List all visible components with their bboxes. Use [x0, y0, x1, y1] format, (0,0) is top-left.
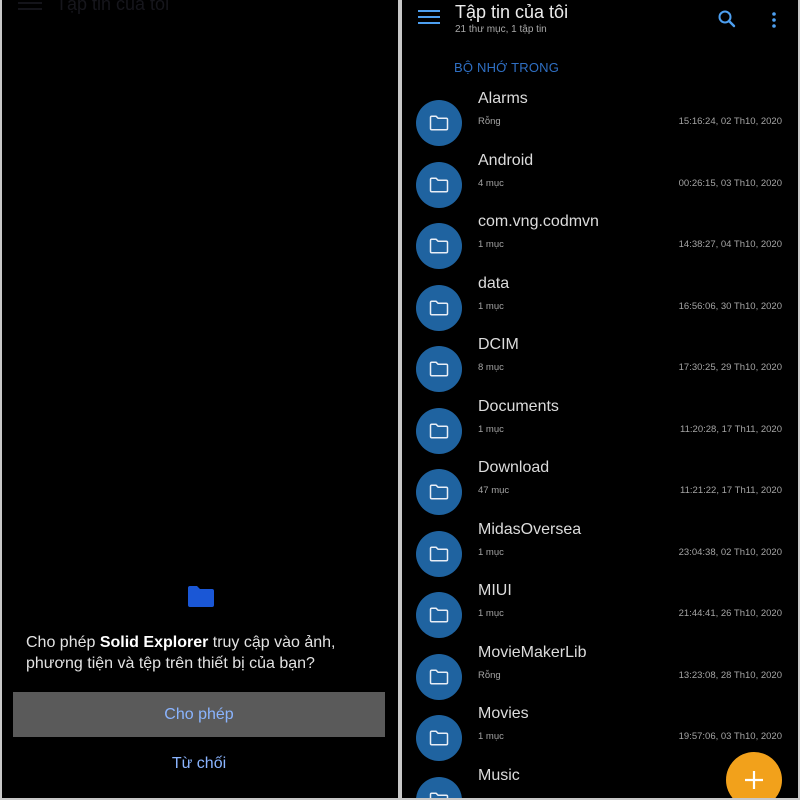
- tab-internal-storage[interactable]: BỘ NHỚ TRONG: [454, 60, 559, 75]
- list-item[interactable]: Documents 1 mục 11:20:28, 17 Th11, 2020: [402, 398, 798, 470]
- folder-icon: [416, 346, 462, 392]
- folder-icon: [416, 469, 462, 515]
- allow-button[interactable]: Cho phép: [13, 692, 385, 737]
- folder-icon: [416, 653, 462, 700]
- modified-date: 14:38:27, 04 Th10, 2020: [678, 239, 782, 250]
- folder-icon: [416, 407, 462, 454]
- more-vertical-icon[interactable]: [764, 10, 784, 30]
- item-count: 1 mục: [478, 546, 504, 558]
- folder-icon: [416, 284, 462, 331]
- modified-date: 11:21:22, 17 Th11, 2020: [680, 485, 782, 496]
- file-name: Music: [478, 766, 520, 784]
- folder-icon: [416, 530, 462, 577]
- permission-screen: Tập tin của tôi Cho phép Solid Explorer …: [2, 0, 398, 798]
- list-item[interactable]: Android 4 mục 00:26:15, 03 Th10, 2020: [402, 152, 798, 224]
- permission-message: Cho phép Solid Explorer truy cập vào ảnh…: [26, 634, 336, 672]
- menu-icon[interactable]: [418, 10, 440, 28]
- list-item[interactable]: MovieMakerLib Rỗng 13:23:08, 28 Th10, 2020: [402, 644, 798, 716]
- file-name: MIUI: [478, 582, 512, 599]
- file-browser-screen: Tập tin của tôi 21 thư mục, 1 tập tin BỘ…: [402, 0, 798, 798]
- item-count: Rỗng: [478, 669, 501, 681]
- folder-count: 21 thư mục, 1 tập tin: [455, 24, 547, 35]
- modified-date: 23:04:38, 02 Th10, 2020: [678, 546, 782, 558]
- file-name: com.vng.codmvn: [478, 213, 599, 230]
- item-count: 1 mục: [478, 300, 504, 312]
- file-name: MovieMakerLib: [478, 643, 587, 661]
- background-app-title: Tập tin của tôi: [56, 0, 170, 14]
- item-count: 1 mục: [478, 239, 504, 250]
- folder-icon: [416, 776, 462, 798]
- file-name: Documents: [478, 397, 559, 415]
- app-name: Solid Explorer: [99, 634, 209, 651]
- list-item[interactable]: Download 47 mục 11:21:22, 17 Th11, 2020: [402, 459, 798, 531]
- list-item[interactable]: data 1 mục 16:56:06, 30 Th10, 2020: [402, 275, 798, 347]
- file-name: MidasOversea: [478, 520, 582, 538]
- item-count: 1 mục: [478, 608, 504, 619]
- folder-icon: [188, 586, 214, 607]
- deny-button[interactable]: Từ chối: [13, 744, 385, 784]
- modified-date: 16:56:06, 30 Th10, 2020: [678, 300, 782, 312]
- search-icon[interactable]: [717, 9, 737, 29]
- folder-icon: [416, 223, 462, 269]
- file-name: Download: [478, 459, 550, 476]
- modified-date: 19:57:06, 03 Th10, 2020: [678, 731, 782, 742]
- folder-icon: [416, 592, 462, 638]
- item-count: 47 mục: [478, 485, 510, 496]
- list-item[interactable]: com.vng.codmvn 1 mục 14:38:27, 04 Th10, 20…: [402, 213, 798, 285]
- modified-date: 11:20:28, 17 Th11, 2020: [680, 423, 782, 435]
- item-count: 1 mục: [478, 423, 504, 435]
- menu-icon: [18, 0, 42, 10]
- item-count: 8 mục: [478, 362, 504, 373]
- modified-date: 21:44:41, 26 Th10, 2020: [678, 608, 782, 619]
- modified-date: 15:16:24, 02 Th10, 2020: [678, 116, 782, 127]
- item-count: 1 mục: [478, 731, 504, 742]
- modified-date: 00:26:15, 03 Th10, 2020: [678, 177, 782, 189]
- file-name: data: [478, 274, 510, 292]
- list-item[interactable]: MIUI 1 mục 21:44:41, 26 Th10, 2020: [402, 582, 798, 654]
- file-name: Alarms: [478, 90, 528, 107]
- item-count: Rỗng: [478, 116, 501, 127]
- modified-date: 13:23:08, 28 Th10, 2020: [678, 669, 782, 681]
- item-count: 4 mục: [478, 177, 504, 189]
- file-name: DCIM: [478, 336, 519, 353]
- folder-icon: [416, 100, 462, 146]
- page-title: Tập tin của tôi: [455, 2, 569, 22]
- file-name: Android: [478, 151, 534, 169]
- file-name: Movies: [478, 705, 529, 722]
- list-item[interactable]: DCIM 8 mục 17:30:25, 29 Th10, 2020: [402, 336, 798, 408]
- folder-icon: [416, 161, 462, 208]
- list-item[interactable]: Alarms Rỗng 15:16:24, 02 Th10, 2020: [402, 90, 798, 162]
- folder-icon: [416, 715, 462, 761]
- modified-date: 17:30:25, 29 Th10, 2020: [678, 362, 782, 373]
- list-item[interactable]: MidasOversea 1 mục 23:04:38, 02 Th10, 2020: [402, 521, 798, 593]
- plus-icon: [745, 771, 763, 789]
